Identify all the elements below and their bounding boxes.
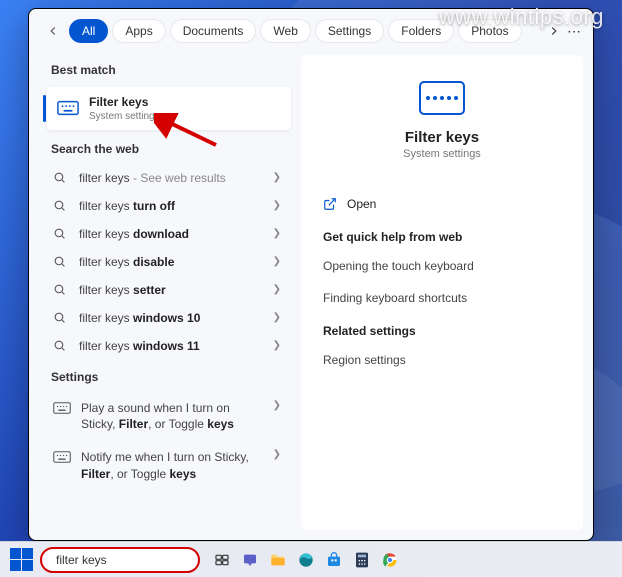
quick-help-link[interactable]: Opening the touch keyboard	[321, 250, 563, 282]
keyboard-icon	[57, 97, 79, 119]
web-result-text: filter keys turn off	[79, 199, 263, 213]
tab-photos[interactable]: Photos	[458, 19, 521, 43]
tab-apps[interactable]: Apps	[112, 19, 165, 43]
taskbar	[0, 541, 622, 577]
web-result-text: filter keys windows 11	[79, 339, 263, 353]
search-icon	[53, 283, 69, 296]
results-column: Best match Filter keys System settings S…	[29, 49, 299, 540]
chevron-right-icon: ❯	[273, 228, 281, 239]
chevron-right-icon: ❯	[273, 172, 281, 183]
keyboard-icon	[53, 400, 71, 414]
chevron-right-icon: ❯	[273, 400, 281, 411]
chat-icon[interactable]	[238, 548, 262, 572]
quick-help-link[interactable]: Finding keyboard shortcuts	[321, 282, 563, 314]
detail-subtitle: System settings	[403, 148, 481, 160]
web-result[interactable]: filter keys windows 10 ❯	[47, 304, 291, 332]
chrome-icon[interactable]	[378, 548, 402, 572]
settings-result[interactable]: Play a sound when I turn on Sticky, Filt…	[47, 392, 291, 442]
settings-result[interactable]: Notify me when I turn on Sticky, Filter,…	[47, 441, 291, 491]
settings-result-text: Notify me when I turn on Sticky, Filter,…	[81, 449, 263, 483]
edge-icon[interactable]	[294, 548, 318, 572]
section-settings: Settings	[47, 360, 299, 392]
web-result-text: filter keys windows 10	[79, 311, 263, 325]
detail-keyboard-icon	[419, 81, 465, 115]
tab-web[interactable]: Web	[260, 19, 310, 43]
tab-settings[interactable]: Settings	[315, 19, 384, 43]
tab-documents[interactable]: Documents	[170, 19, 257, 43]
web-result-text: filter keys disable	[79, 255, 263, 269]
search-icon	[53, 255, 69, 268]
search-icon	[53, 227, 69, 240]
web-result[interactable]: filter keys download ❯	[47, 220, 291, 248]
search-panel: All Apps Documents Web Settings Folders …	[28, 8, 594, 541]
open-action[interactable]: Open	[321, 188, 563, 220]
chevron-right-icon: ❯	[273, 256, 281, 267]
back-button[interactable]	[41, 19, 65, 43]
taskbar-search-box[interactable]	[40, 547, 200, 573]
web-result[interactable]: filter keys windows 11 ❯	[47, 332, 291, 360]
related-settings-header: Related settings	[321, 314, 563, 344]
calculator-icon[interactable]	[350, 548, 374, 572]
search-icon	[53, 199, 69, 212]
web-result[interactable]: filter keys disable ❯	[47, 248, 291, 276]
task-view-icon[interactable]	[210, 548, 234, 572]
best-match-subtitle: System settings	[89, 111, 281, 122]
open-label: Open	[347, 197, 376, 211]
chevron-right-icon: ❯	[273, 312, 281, 323]
section-best-match: Best match	[47, 53, 299, 85]
chevron-right-icon: ❯	[273, 284, 281, 295]
chevron-right-icon: ❯	[273, 449, 281, 460]
settings-result-text: Play a sound when I turn on Sticky, Filt…	[81, 400, 263, 434]
web-result-text: filter keys - See web results	[79, 171, 263, 185]
start-button[interactable]	[10, 548, 34, 572]
store-icon[interactable]	[322, 548, 346, 572]
detail-title: Filter keys	[405, 129, 479, 146]
web-result[interactable]: filter keys setter ❯	[47, 276, 291, 304]
chevron-right-icon: ❯	[273, 340, 281, 351]
tabs-overflow[interactable]: ⋯	[547, 23, 581, 40]
open-icon	[323, 197, 337, 211]
chevron-right-icon: ❯	[273, 200, 281, 211]
web-result-text: filter keys setter	[79, 283, 263, 297]
tab-folders[interactable]: Folders	[388, 19, 454, 43]
tabs-row: All Apps Documents Web Settings Folders …	[29, 9, 593, 49]
detail-pane: Filter keys System settings Open Get qui…	[301, 55, 583, 530]
keyboard-icon	[53, 449, 71, 463]
tab-all[interactable]: All	[69, 19, 108, 43]
web-result[interactable]: filter keys turn off ❯	[47, 192, 291, 220]
taskbar-search-input[interactable]	[56, 553, 211, 567]
section-search-web: Search the web	[47, 132, 299, 164]
web-result[interactable]: filter keys - See web results ❯	[47, 164, 291, 192]
related-settings-link[interactable]: Region settings	[321, 344, 563, 376]
search-icon	[53, 339, 69, 352]
quick-help-header: Get quick help from web	[321, 220, 563, 250]
best-match-result[interactable]: Filter keys System settings	[47, 87, 291, 130]
explorer-icon[interactable]	[266, 548, 290, 572]
web-result-text: filter keys download	[79, 227, 263, 241]
best-match-title: Filter keys	[89, 95, 148, 109]
search-icon	[53, 171, 69, 184]
search-icon	[53, 311, 69, 324]
